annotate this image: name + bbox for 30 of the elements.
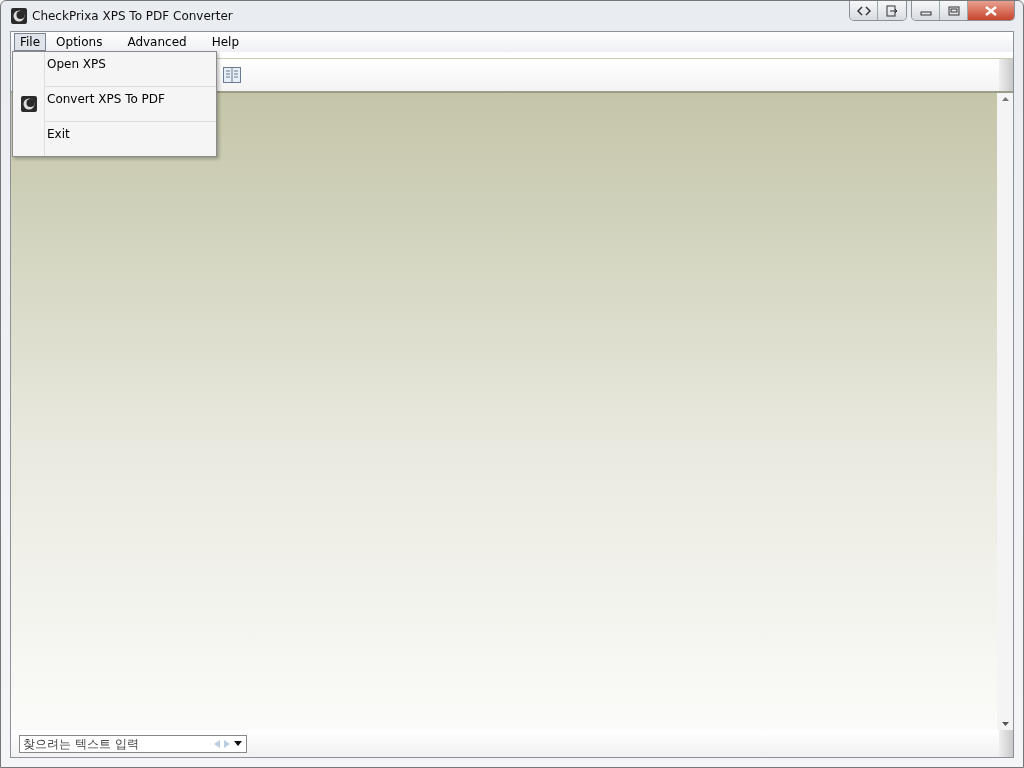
export-icon <box>886 4 898 17</box>
menu-item[interactable]: Help <box>205 33 246 51</box>
previous-icon[interactable] <box>214 739 220 748</box>
menu-item[interactable]: File <box>14 33 47 51</box>
code-brackets-icon <box>856 5 871 16</box>
next-icon[interactable] <box>224 739 230 748</box>
scrollbar-grip[interactable] <box>999 59 1013 91</box>
search-field[interactable]: 찾으려는 텍스트 입력 <box>19 734 247 753</box>
maximize-icon <box>947 5 960 16</box>
app-logo-icon <box>20 96 37 112</box>
page-view-button[interactable] <box>223 67 241 83</box>
menu-option[interactable]: Convert XPS To PDF <box>45 87 216 121</box>
maximize-button[interactable] <box>940 1 968 20</box>
code-view-button[interactable] <box>850 1 878 20</box>
scroll-up-icon <box>1001 97 1009 101</box>
close-button[interactable] <box>968 1 1014 20</box>
menu-item[interactable]: Options <box>50 33 109 51</box>
menu-option[interactable]: Open XPS <box>45 52 216 86</box>
book-icon <box>223 67 241 83</box>
export-button[interactable] <box>878 1 906 20</box>
dropdown-icon[interactable] <box>234 741 242 746</box>
vertical-scrollbar[interactable] <box>997 93 1013 730</box>
menu-item[interactable]: Advanced <box>121 33 193 51</box>
scrollbar-grip[interactable] <box>999 730 1013 757</box>
scroll-down-icon <box>1001 722 1009 726</box>
close-icon <box>984 5 998 16</box>
minimize-button[interactable] <box>912 1 940 20</box>
window-title: CheckPrixa XPS To PDF Converter <box>32 9 234 23</box>
menu-option[interactable]: Exit <box>45 122 216 156</box>
app-logo-icon <box>11 8 27 24</box>
